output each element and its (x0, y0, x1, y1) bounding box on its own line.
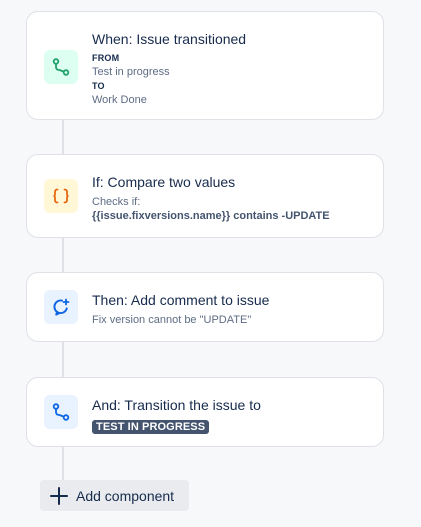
checks-label: Checks if: (92, 196, 141, 208)
flow-connector (62, 238, 64, 272)
braces-icon (44, 179, 78, 213)
condition-expression: {{issue.fixversions.name}} contains -UPD… (92, 210, 330, 222)
trigger-card[interactable]: When: Issue transitioned FROM Test in pr… (26, 11, 384, 120)
add-component-button[interactable]: Add component (40, 480, 189, 511)
condition-card[interactable]: If: Compare two values Checks if: {{issu… (26, 154, 384, 238)
card-title: Then: Add comment to issue (92, 292, 270, 308)
status-lozenge: TEST IN PROGRESS (92, 420, 210, 434)
to-label: TO (92, 81, 105, 91)
comment-text: Fix version cannot be "UPDATE" (92, 314, 252, 326)
branch-icon (44, 395, 78, 429)
transition-card[interactable]: And: Transition the issue to TEST IN PRO… (26, 377, 384, 447)
comment-add-icon (44, 290, 78, 324)
flow-connector (62, 447, 64, 480)
plus-icon (50, 486, 68, 505)
to-status: Work Done (92, 94, 147, 106)
branch-icon (44, 50, 78, 84)
flow-connector (62, 119, 64, 154)
from-status: Test in progress (92, 66, 170, 78)
flow-connector (62, 342, 64, 377)
from-label: FROM (92, 53, 120, 63)
card-title: When: Issue transitioned (92, 31, 247, 47)
action-card[interactable]: Then: Add comment to issue Fix version c… (26, 272, 384, 342)
add-component-label: Add component (76, 487, 175, 504)
card-title: If: Compare two values (92, 174, 236, 190)
card-title: And: Transition the issue to (92, 397, 261, 413)
